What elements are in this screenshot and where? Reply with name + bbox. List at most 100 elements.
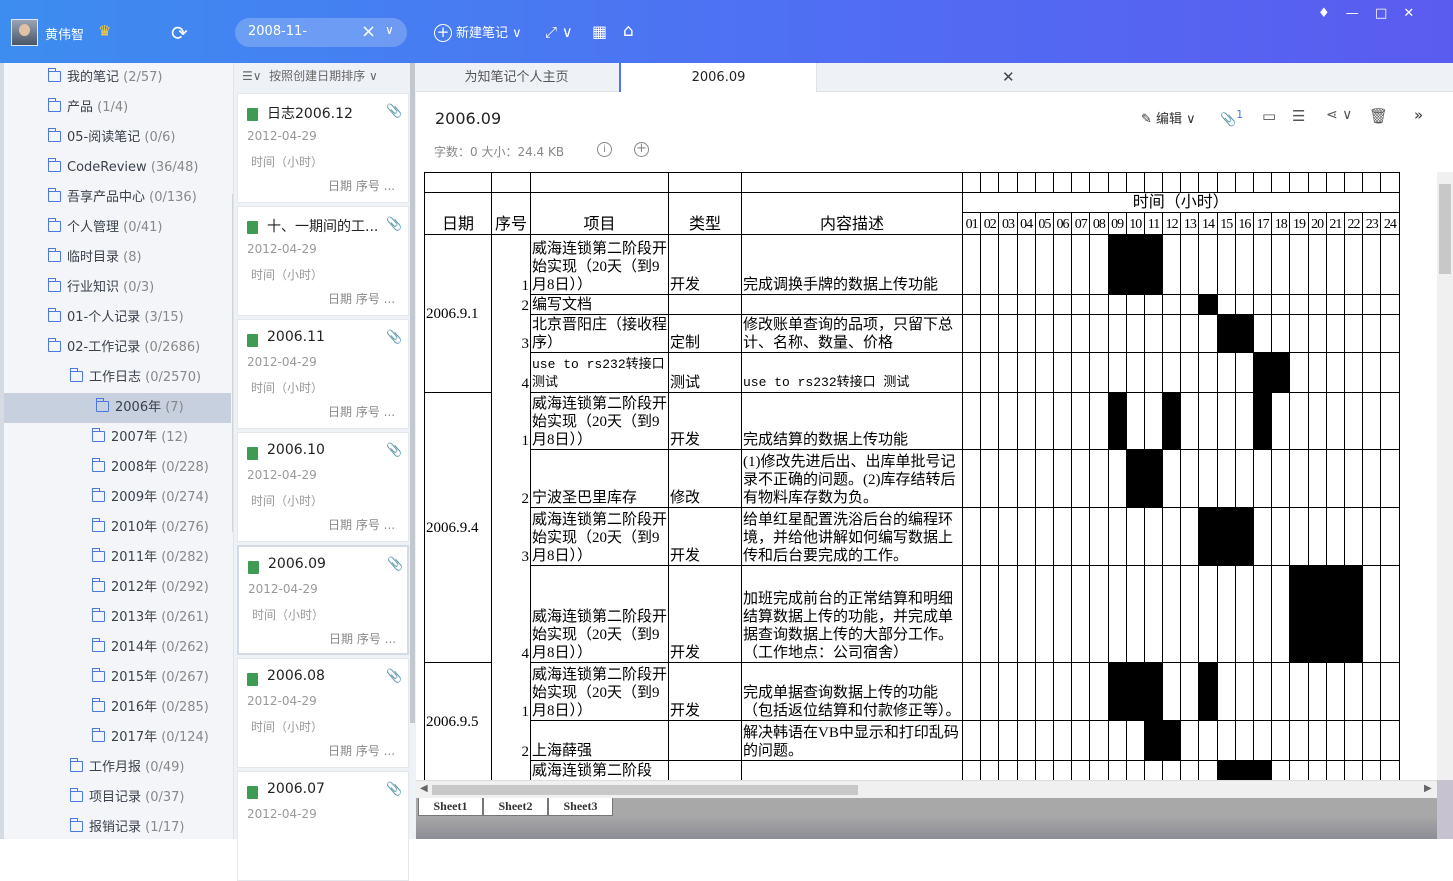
time-cell[interactable] xyxy=(1307,294,1327,315)
time-cell[interactable] xyxy=(1052,314,1073,353)
project-cell[interactable]: 威海连锁第二阶段开始实现（20天（到9月8日）） xyxy=(530,662,669,721)
empty-cell[interactable] xyxy=(424,172,492,193)
header-seq[interactable]: 序号 xyxy=(491,192,531,235)
time-block[interactable] xyxy=(1216,507,1236,566)
comment-icon[interactable]: ▭ xyxy=(1262,107,1276,125)
time-block[interactable] xyxy=(1252,392,1273,450)
time-cell[interactable] xyxy=(1271,760,1291,780)
hour-label[interactable]: 05 xyxy=(1034,212,1054,235)
time-cell[interactable] xyxy=(1343,720,1364,761)
empty-cell[interactable] xyxy=(1362,172,1382,193)
time-cell[interactable] xyxy=(1234,449,1255,508)
time-cell[interactable] xyxy=(1125,565,1145,663)
time-cell[interactable] xyxy=(1325,352,1345,393)
time-cell[interactable] xyxy=(1362,760,1382,780)
time-cell[interactable] xyxy=(1052,294,1073,315)
seq-cell[interactable]: 2 xyxy=(491,449,531,508)
time-block[interactable] xyxy=(1143,662,1164,721)
sync-icon[interactable]: ⟳ xyxy=(171,21,188,45)
time-cell[interactable] xyxy=(1089,565,1109,663)
time-cell[interactable] xyxy=(1271,507,1291,566)
time-block[interactable] xyxy=(1143,720,1164,761)
time-cell[interactable] xyxy=(1016,352,1036,393)
time-cell[interactable] xyxy=(1234,234,1255,295)
time-cell[interactable] xyxy=(1380,352,1400,393)
time-cell[interactable] xyxy=(1034,392,1054,450)
time-cell[interactable] xyxy=(1180,720,1200,761)
time-cell[interactable] xyxy=(1362,234,1382,295)
time-cell[interactable] xyxy=(1089,720,1109,761)
info-icon[interactable]: i xyxy=(597,142,612,157)
sidebar-folder-item[interactable]: 2014年 (0/262) xyxy=(92,633,209,663)
time-cell[interactable] xyxy=(1307,760,1327,780)
header-time[interactable]: 时间（小时） xyxy=(962,192,1400,213)
empty-cell[interactable] xyxy=(1289,172,1309,193)
time-cell[interactable] xyxy=(1289,720,1309,761)
hour-label[interactable]: 01 xyxy=(961,212,982,235)
time-cell[interactable] xyxy=(1052,352,1073,393)
time-cell[interactable] xyxy=(1034,352,1054,393)
time-cell[interactable] xyxy=(1034,720,1054,761)
time-cell[interactable] xyxy=(1198,720,1218,761)
time-cell[interactable] xyxy=(1343,314,1364,353)
time-block[interactable] xyxy=(1162,720,1182,761)
expand-icon[interactable]: ⤢ ∨ xyxy=(545,23,573,41)
hour-label[interactable]: 03 xyxy=(998,212,1018,235)
time-cell[interactable] xyxy=(1325,449,1345,508)
sidebar-folder-item[interactable]: 我的笔记 (2/57) xyxy=(48,63,163,93)
sidebar-folder-item[interactable]: 02-工作记录 (0/2686) xyxy=(48,333,200,363)
time-block[interactable] xyxy=(1234,760,1255,780)
time-cell[interactable] xyxy=(1052,565,1073,663)
time-cell[interactable] xyxy=(1125,720,1145,761)
seq-cell[interactable]: 1 xyxy=(491,662,531,721)
sidebar-folder-item[interactable]: 吾享产品中心 (0/136) xyxy=(48,183,197,213)
sidebar-folder-item[interactable]: 05-阅读笔记 (0/6) xyxy=(48,123,175,153)
time-cell[interactable] xyxy=(1089,662,1109,721)
hour-label[interactable]: 02 xyxy=(980,212,1000,235)
time-cell[interactable] xyxy=(1307,449,1327,508)
sort-bar[interactable]: ☰∨ 按照创建日期排序 ∨ xyxy=(234,63,417,90)
time-cell[interactable] xyxy=(980,294,1000,315)
time-cell[interactable] xyxy=(1325,720,1345,761)
type-cell[interactable] xyxy=(668,760,742,780)
time-cell[interactable] xyxy=(1362,314,1382,353)
time-cell[interactable] xyxy=(1307,662,1327,721)
time-cell[interactable] xyxy=(961,760,982,780)
time-block[interactable] xyxy=(1125,662,1145,721)
time-cell[interactable] xyxy=(1362,720,1382,761)
time-cell[interactable] xyxy=(1034,565,1054,663)
close-tab-icon[interactable]: ✕ xyxy=(1002,63,1015,92)
empty-cell[interactable] xyxy=(1325,172,1345,193)
time-cell[interactable] xyxy=(1107,294,1127,315)
time-cell[interactable] xyxy=(1380,662,1400,721)
time-cell[interactable] xyxy=(1162,662,1182,721)
time-cell[interactable] xyxy=(1252,662,1273,721)
spreadsheet-view[interactable]: 日期 序号 项目 类型 内容描述 时间（小时） 01 02 03 04 05 06 07 08 09 10 11… xyxy=(424,172,1437,780)
time-block[interactable] xyxy=(1107,392,1127,450)
time-cell[interactable] xyxy=(1252,449,1273,508)
empty-cell[interactable] xyxy=(1380,172,1400,193)
time-cell[interactable] xyxy=(961,352,982,393)
time-cell[interactable] xyxy=(1234,662,1255,721)
time-cell[interactable] xyxy=(1107,720,1127,761)
time-cell[interactable] xyxy=(1289,449,1309,508)
time-cell[interactable] xyxy=(1143,507,1164,566)
time-cell[interactable] xyxy=(1180,314,1200,353)
time-cell[interactable] xyxy=(1016,392,1036,450)
time-cell[interactable] xyxy=(1271,662,1291,721)
time-cell[interactable] xyxy=(1071,449,1091,508)
time-cell[interactable] xyxy=(1071,352,1091,393)
hour-label[interactable]: 17 xyxy=(1252,212,1273,235)
time-cell[interactable] xyxy=(1143,760,1164,780)
time-cell[interactable] xyxy=(1252,507,1273,566)
time-cell[interactable] xyxy=(1125,314,1145,353)
sidebar-folder-item[interactable]: 2017年 (0/124) xyxy=(92,723,209,753)
hour-label[interactable]: 19 xyxy=(1289,212,1309,235)
time-cell[interactable] xyxy=(980,449,1000,508)
empty-cell[interactable] xyxy=(1107,172,1127,193)
avatar[interactable] xyxy=(11,19,38,46)
time-cell[interactable] xyxy=(1016,449,1036,508)
time-cell[interactable] xyxy=(1052,392,1073,450)
vip-crown-icon[interactable]: ♛ xyxy=(98,22,111,40)
time-cell[interactable] xyxy=(980,565,1000,663)
